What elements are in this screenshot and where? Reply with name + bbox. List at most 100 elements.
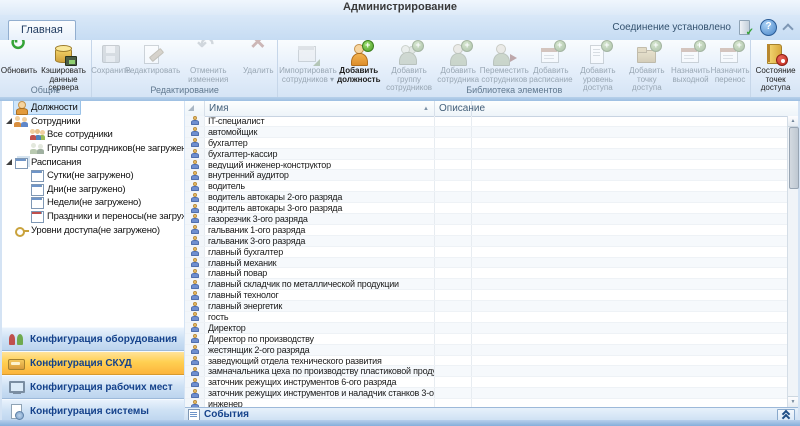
cell-name: IT-специалист	[205, 116, 435, 126]
table-row[interactable]: водитель автокары 2-ого разряда	[185, 192, 787, 203]
table-row[interactable]: главный технолог	[185, 290, 787, 301]
expander-icon[interactable]	[5, 226, 13, 234]
add-employee-button[interactable]: Добавить сотрудника	[437, 40, 479, 85]
expander-icon[interactable]	[5, 158, 13, 166]
move-employees-button[interactable]: Переместить сотрудников	[479, 40, 529, 85]
cell-name: заточник режущих инструментов 6-ого разр…	[205, 377, 435, 387]
add-employee-group-button[interactable]: Добавить группу сотрудников	[381, 40, 437, 85]
table-row[interactable]: главный складчик по металлической продук…	[185, 279, 787, 290]
tree-item[interactable]: Расписания	[2, 155, 184, 169]
table-row[interactable]: инженер	[185, 399, 787, 407]
add-schedule-button[interactable]: Добавить расписание	[529, 40, 572, 85]
cell-name: внутренний аудитор	[205, 170, 435, 180]
cell-description	[435, 170, 472, 180]
table-row[interactable]: гость	[185, 312, 787, 323]
table-row[interactable]: главный повар	[185, 268, 787, 279]
double-chevron-up-icon	[781, 410, 791, 420]
window-title: Администрирование	[343, 1, 457, 13]
tree-item[interactable]: Дни(не загружено)	[2, 183, 184, 197]
position-row-icon	[191, 378, 199, 387]
table-row[interactable]: газорезчик 3-ого разряда	[185, 214, 787, 225]
collapse-ribbon-icon[interactable]	[782, 23, 793, 34]
expander-icon[interactable]	[21, 145, 29, 153]
column-header-name[interactable]: Имя ▲	[205, 101, 435, 116]
cache-server-data-button[interactable]: Кэшировать данные сервера	[37, 40, 90, 85]
nav-hardware-config[interactable]: Конфигурация оборудования	[2, 327, 184, 351]
table-row[interactable]: бухгалтер	[185, 138, 787, 149]
tree-item[interactable]: Группы сотрудников(не загружено)	[2, 142, 184, 156]
position-row-icon	[191, 269, 199, 278]
skud-config-icon	[7, 355, 25, 371]
tree-item[interactable]: Все сотрудники	[2, 128, 184, 142]
scroll-down-icon[interactable]: ▼	[788, 396, 798, 407]
help-icon[interactable]	[760, 19, 777, 36]
expander-icon[interactable]	[21, 213, 29, 221]
position-row-icon	[191, 182, 199, 191]
table-row[interactable]: водитель автокары 3-ого разряда	[185, 203, 787, 214]
expander-icon[interactable]	[5, 104, 13, 112]
table-row[interactable]: главный энергетик	[185, 301, 787, 312]
cell-description	[435, 268, 472, 278]
cell-description	[435, 399, 472, 407]
tree-item[interactable]: Недели(не загружено)	[2, 196, 184, 210]
refresh-button[interactable]: Обновить	[1, 40, 37, 85]
table-row[interactable]: IT-специалист	[185, 116, 787, 127]
expander-icon[interactable]	[21, 185, 29, 193]
table-row[interactable]: Директор по производству	[185, 334, 787, 345]
table-row[interactable]: замначальника цеха по производству пласт…	[185, 366, 787, 377]
save-button[interactable]: Сохранить	[93, 40, 129, 85]
table-row[interactable]: гальваник 3-ого разряда	[185, 236, 787, 247]
column-header-description[interactable]: Описание	[435, 101, 472, 116]
window-bottom-edge	[0, 420, 800, 426]
expander-icon[interactable]	[5, 117, 13, 125]
events-bar[interactable]: События	[185, 407, 798, 421]
table-row[interactable]: внутренний аудитор	[185, 170, 787, 181]
table-row[interactable]: заведующий отдела технического развития	[185, 356, 787, 367]
tree-item[interactable]: Должности	[2, 101, 184, 115]
undo-changes-button[interactable]: Отменить изменения	[176, 40, 240, 85]
day-calendar-icon	[30, 169, 45, 182]
expander-icon[interactable]	[21, 172, 29, 180]
table-row[interactable]: ведущий инженер-конструктор	[185, 160, 787, 171]
access-points-state-button[interactable]: Состояние точек доступа	[752, 40, 799, 85]
delete-button[interactable]: Удалить	[240, 40, 276, 85]
expander-icon[interactable]	[21, 131, 29, 139]
table-row[interactable]: жестянщик 2-ого разряда	[185, 345, 787, 356]
cell-description	[435, 301, 472, 311]
table-row[interactable]: главный бухгалтер	[185, 247, 787, 258]
add-access-level-button[interactable]: Добавить уровень доступа	[572, 40, 623, 85]
expander-icon[interactable]	[21, 199, 29, 207]
tree-item[interactable]: Уровни доступа(не загружено)	[2, 223, 184, 237]
import-employees-button[interactable]: Импортировать сотрудников ▾	[279, 40, 336, 85]
cell-description	[435, 290, 472, 300]
scroll-up-icon[interactable]: ▲	[788, 116, 798, 127]
cell-description	[435, 366, 472, 376]
table-row[interactable]: водитель	[185, 181, 787, 192]
scrollbar-thumb[interactable]	[789, 127, 799, 189]
table-row[interactable]: главный механик	[185, 258, 787, 269]
table-row[interactable]: бухгалтер-кассир	[185, 149, 787, 160]
table-row[interactable]: гальваник 1-ого разряда	[185, 225, 787, 236]
tree-item[interactable]: Сутки(не загружено)	[2, 169, 184, 183]
tree-item[interactable]: Праздники и переносы(не загружено)	[2, 210, 184, 224]
cell-description	[435, 345, 472, 355]
ribbon-tabstrip: Главная Соединение установлено	[0, 15, 800, 40]
vertical-scrollbar[interactable]: ▲ ▼	[787, 116, 798, 407]
table-row[interactable]: заточник режущих инструментов и наладчик…	[185, 388, 787, 399]
tree-item[interactable]: Сотрудники	[2, 115, 184, 129]
sort-asc-icon: ▲	[423, 106, 429, 112]
nav-skud-config[interactable]: Конфигурация СКУД	[2, 351, 184, 375]
move-employees-icon	[491, 42, 517, 66]
table-row[interactable]: автомойщик	[185, 127, 787, 138]
edit-button[interactable]: Редактировать	[129, 40, 176, 85]
add-position-button[interactable]: Добавить должность	[337, 40, 381, 85]
table-row[interactable]: Директор	[185, 323, 787, 334]
row-indicator-header	[185, 101, 205, 116]
assign-transfer-button[interactable]: Назначить перенос	[711, 40, 749, 85]
add-access-level-icon	[585, 42, 611, 66]
add-access-point-button[interactable]: Добавить точку доступа	[624, 40, 670, 85]
assign-dayoff-button[interactable]: Назначить выходной	[670, 40, 711, 85]
tab-glavnaya[interactable]: Главная	[8, 20, 76, 40]
table-row[interactable]: заточник режущих инструментов 6-ого разр…	[185, 377, 787, 388]
nav-workstations-config[interactable]: Конфигурация рабочих мест	[2, 375, 184, 399]
